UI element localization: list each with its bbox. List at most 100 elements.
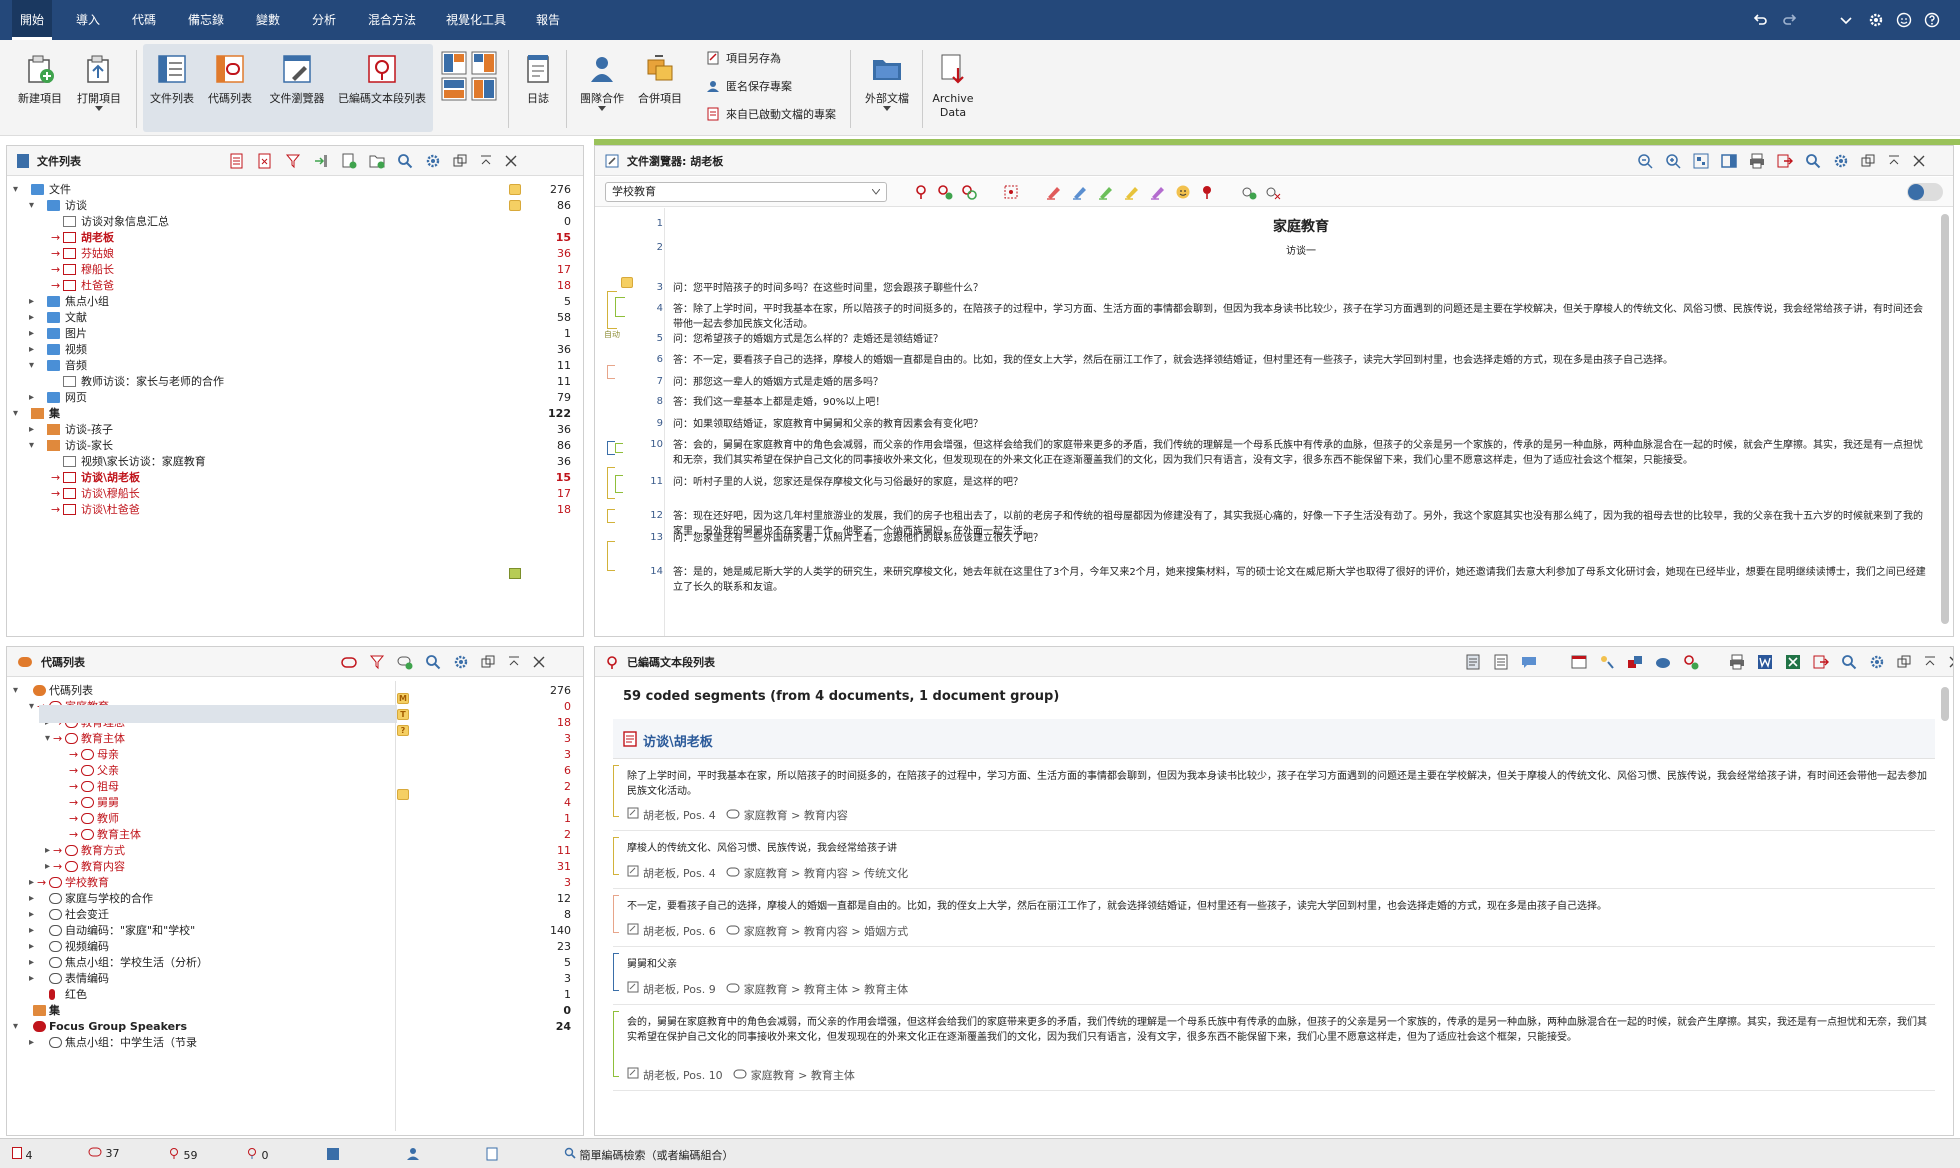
segment-code-path[interactable]: 家庭教育 > 教育主体 > 教育主体 (744, 983, 908, 996)
simple-coding-query[interactable]: 簡單編碼檢索（或者編碼組合） (564, 1147, 734, 1163)
code-tree-row[interactable]: ▸ 焦点小组：中学生活（节录 (7, 1033, 583, 1053)
code-list-button[interactable]: 代碼列表 (204, 40, 256, 136)
chevron-right-icon[interactable]: ▸ (29, 1033, 34, 1053)
close-icon[interactable] (1949, 656, 1954, 668)
scrollbar[interactable] (1941, 687, 1949, 721)
coded-segment[interactable]: 会的，舅舅在家庭教育中的角色会减弱，而父亲的作用会增强，但这样会给我们的家庭带来… (613, 1005, 1935, 1091)
coded-segment[interactable]: 除了上学时间，平时我基本在家，所以陪孩子的时间挺多的，在陪孩子的过程中，学习方面… (613, 759, 1935, 831)
zoom-in-icon[interactable] (1665, 153, 1681, 169)
search-icon[interactable] (397, 153, 413, 169)
group-title[interactable]: 访谈\胡老板 (643, 731, 713, 750)
menu-memos[interactable]: 備忘錄 (180, 0, 232, 40)
gear-icon[interactable] (425, 153, 441, 169)
memo-badge[interactable]: M (397, 693, 409, 704)
doc-browser-button[interactable]: 文件瀏覽器 (264, 40, 330, 136)
smiley-icon[interactable] (1894, 10, 1914, 30)
merge-projects-button[interactable]: 合併項目 (634, 40, 686, 136)
memo-badge[interactable]: ? (397, 725, 409, 736)
edit-mode-toggle[interactable] (1907, 183, 1943, 201)
layout-grid-button[interactable] (438, 40, 500, 136)
paragraph-text[interactable]: 答：除了上学时间，平时我基本在家，所以陪孩子的时间挺多的，在陪孩子的过程中，学习… (673, 302, 1929, 332)
selection-icon[interactable] (1003, 184, 1019, 200)
print-icon[interactable] (1749, 153, 1765, 169)
code-icon[interactable] (913, 184, 929, 200)
archive-data-button[interactable]: Archive Data (928, 40, 978, 136)
code-color-icon[interactable] (1627, 654, 1643, 670)
table-view-icon[interactable] (1493, 654, 1509, 670)
gear-icon[interactable] (1833, 153, 1849, 169)
split-view-icon[interactable] (1721, 153, 1737, 169)
paragraph-text[interactable]: 问：听村子里的人说，您家还是保存摩梭文化与习俗最好的家庭，是这样的吧？ (673, 475, 1929, 490)
close-icon[interactable] (1913, 155, 1925, 167)
overview-icon[interactable] (1571, 654, 1587, 670)
pin-icon[interactable] (1199, 184, 1215, 200)
collapse-icon[interactable] (507, 655, 521, 669)
collapse-icon[interactable] (1887, 154, 1901, 168)
cloud-icon[interactable] (1655, 654, 1671, 670)
doc-list-button[interactable]: 文件列表 (146, 40, 198, 136)
memo-icon[interactable] (509, 184, 521, 195)
undo-icon[interactable] (1750, 10, 1770, 30)
new-project-button[interactable]: 新建項目 (14, 40, 66, 136)
document-tree-row[interactable]: → 访谈\杜爸爸 18 (7, 500, 583, 520)
paragraph-text[interactable]: 答：不一定，要看孩子自己的选择，摩梭人的婚姻一直都是自由的。比如，我的侄女上大学… (673, 353, 1929, 368)
paragraph-text[interactable]: 问：如果领取结婚证，家庭教育中舅舅和父亲的教育因素会有变化吧？ (673, 417, 1929, 432)
menu-analysis[interactable]: 分析 (304, 0, 344, 40)
deactivate-docs-icon[interactable] (257, 153, 273, 169)
scrollbar[interactable] (1941, 214, 1949, 624)
new-folder-icon[interactable] (369, 153, 385, 169)
coded-segment[interactable]: 不一定，要看孩子自己的选择，摩梭人的婚姻一直都是自由的。比如，我的侄女上大学，然… (613, 889, 1935, 947)
activate-docs-icon[interactable] (229, 153, 245, 169)
smart-coding-icon[interactable] (1599, 654, 1615, 670)
journal-button[interactable]: 日誌 (516, 40, 560, 136)
filter-icon[interactable] (369, 654, 385, 670)
paragraph-text[interactable]: 答：会的，舅舅在家庭教育中的角色会减弱，而父亲的作用会增强，但这样会给我们的家庭… (673, 438, 1929, 468)
highlight-red-icon[interactable] (1045, 184, 1063, 200)
menu-import[interactable]: 導入 (68, 0, 108, 40)
memo-icon[interactable] (509, 200, 521, 211)
link-add-icon[interactable] (1241, 184, 1257, 200)
highlight-purple-icon[interactable] (1149, 184, 1167, 200)
link-remove-icon[interactable] (1265, 184, 1281, 200)
save-anonymized-button[interactable]: 匿名保存專案 (706, 78, 792, 94)
memo-icon[interactable] (397, 789, 409, 800)
segment-code-path[interactable]: 家庭教育 > 教育内容 (744, 809, 848, 822)
segment-document[interactable]: 胡老板, Pos. 9 (643, 983, 716, 996)
redo-icon[interactable] (1780, 10, 1800, 30)
text-view-icon[interactable] (1465, 654, 1481, 670)
from-backup-button[interactable]: 來自已啟動文檔的專案 (706, 106, 836, 122)
filter-icon[interactable] (285, 153, 301, 169)
memo-badge[interactable]: T (397, 709, 409, 720)
undock-icon[interactable] (1861, 154, 1875, 168)
user-icon[interactable] (406, 1147, 420, 1164)
search-icon[interactable] (1805, 153, 1821, 169)
code-select-combo[interactable]: 学校教育 (605, 182, 887, 202)
segment-document[interactable]: 胡老板, Pos. 6 (643, 925, 716, 938)
search-icon[interactable] (1841, 654, 1857, 670)
paragraph-text[interactable]: 问：您家里还有一些外国研究者，从照片上看，您跟他们的联系应该建立很久了吧？ (673, 531, 1929, 546)
teamwork-button[interactable]: 團隊合作 (574, 40, 630, 136)
segment-document[interactable]: 胡老板, Pos. 10 (643, 1069, 723, 1082)
gear-icon[interactable] (453, 654, 469, 670)
paragraph-text[interactable]: 问：您希望孩子的婚姻方式是怎么样的？走婚还是领结婚证？ (673, 332, 1929, 347)
new-code-icon[interactable] (397, 654, 413, 670)
export-icon[interactable] (1813, 654, 1829, 670)
gear-icon[interactable] (1869, 654, 1885, 670)
collapse-icon[interactable] (479, 154, 493, 168)
highlight-blue-icon[interactable] (1071, 184, 1089, 200)
coded-segments-button[interactable]: 已編碼文本段列表 (334, 40, 430, 136)
chevron-down-icon[interactable] (1836, 10, 1856, 30)
menu-home[interactable]: 開始 (12, 0, 53, 40)
close-icon[interactable] (533, 656, 545, 668)
coded-segment[interactable]: 舅舅和父亲 胡老板, Pos. 9 家庭教育 > 教育主体 > 教育主体 (613, 947, 1935, 1005)
add-code-icon[interactable] (1683, 654, 1699, 670)
comment-icon[interactable] (1521, 654, 1537, 670)
collapse-icon[interactable] (1923, 655, 1937, 669)
segment-code-path[interactable]: 家庭教育 > 教育主体 (751, 1069, 855, 1082)
undock-icon[interactable] (1897, 655, 1911, 669)
qr-icon[interactable] (1693, 153, 1709, 169)
import-icon[interactable] (313, 153, 329, 169)
paragraph-text[interactable]: 问：您平时陪孩子的时间多吗？在这些时间里，您会跟孩子聊些什么？ (673, 281, 1929, 296)
segment-code-path[interactable]: 家庭教育 > 教育内容 > 传统文化 (744, 867, 908, 880)
team-status-icon[interactable] (326, 1147, 340, 1164)
